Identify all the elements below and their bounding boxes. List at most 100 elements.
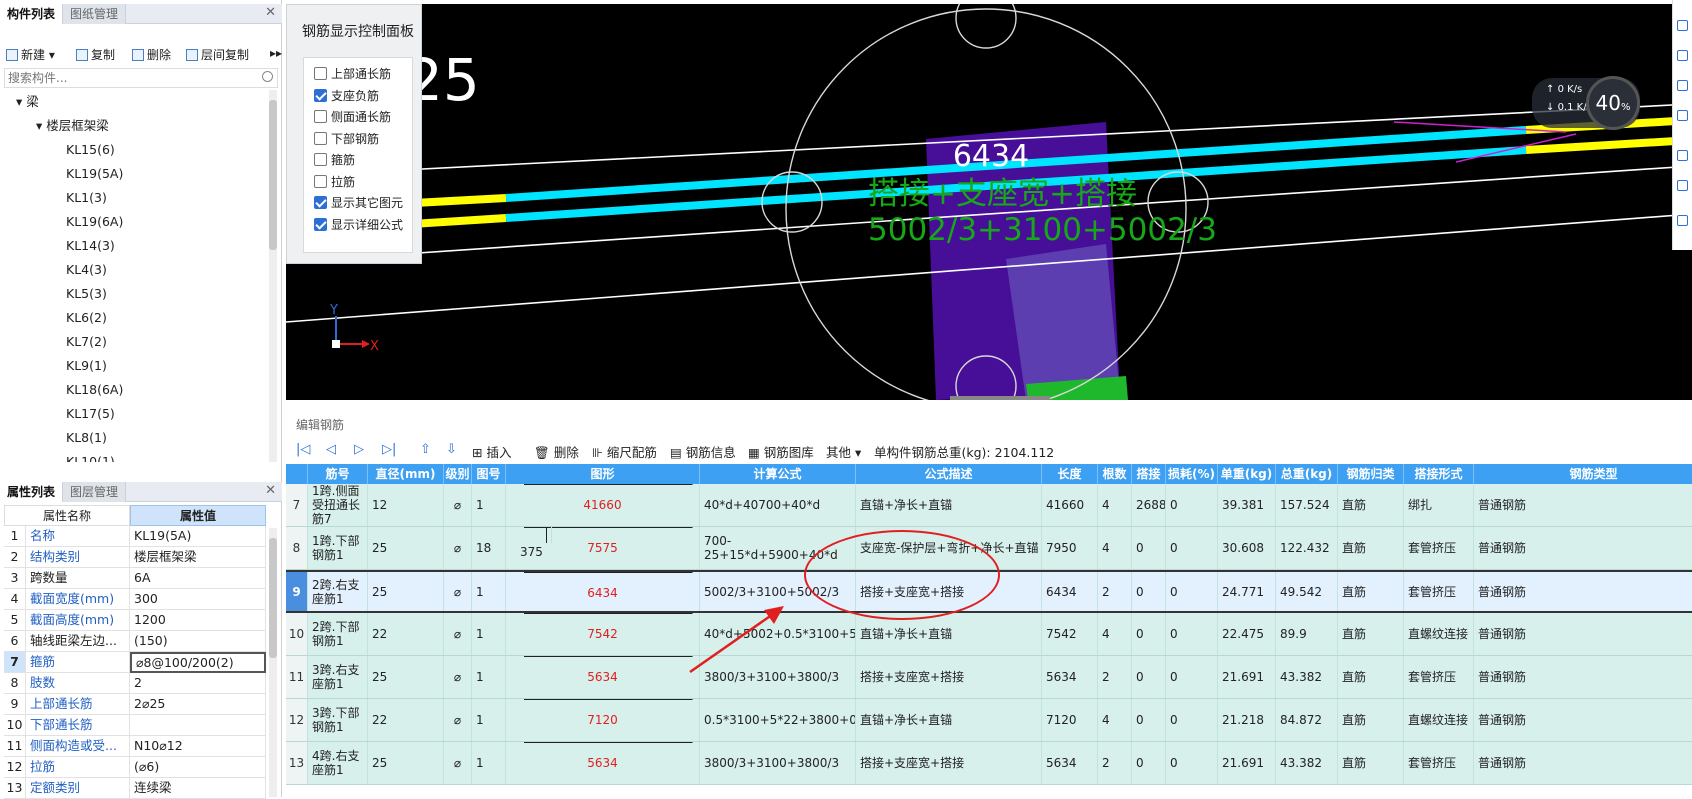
display-option[interactable]: 显示详细公式	[314, 217, 403, 235]
tree-node-frame-beam[interactable]: ▾ 楼层框架梁	[36, 114, 109, 138]
rebar-cell-fig[interactable]: 18	[472, 527, 506, 569]
layer-copy-button[interactable]: 层间复制	[186, 46, 249, 63]
rebar-cell-count[interactable]: 2	[1098, 572, 1132, 611]
rebar-cell-unit[interactable]: 30.608	[1218, 527, 1276, 569]
checkbox[interactable]	[314, 131, 327, 145]
rebar-row[interactable]: 123跨.下部钢筋122⌀1 7120 0.5*3100+5*22+3800+0.5…	[286, 699, 1692, 742]
rebar-cell-len[interactable]: 6434	[1042, 572, 1098, 611]
rebar-cell-lapform[interactable]: 套管挤压	[1404, 572, 1474, 611]
rebar-cell-name[interactable]: 4跨.右支座筋1	[308, 742, 368, 784]
property-value[interactable]: (⌀6)	[130, 757, 266, 778]
rebar-cell-dia[interactable]: 25	[368, 572, 444, 611]
rebar-cell-dia[interactable]: 22	[368, 699, 444, 741]
property-value[interactable]: 楼层框架梁	[130, 547, 266, 568]
property-value[interactable]: 300	[130, 589, 266, 610]
rebar-cell-name[interactable]: 3跨.右支座筋1	[308, 656, 368, 698]
grid-column-header[interactable]: 损耗(%)	[1166, 464, 1218, 484]
rebar-cell-lap[interactable]: 0	[1132, 742, 1166, 784]
rebar-cell-type[interactable]: 普通钢筋	[1474, 656, 1692, 698]
rebar-cell-type[interactable]: 普通钢筋	[1474, 484, 1692, 526]
row-index[interactable]: 9	[286, 572, 308, 611]
property-value[interactable]	[130, 715, 266, 736]
rebar-cell-count[interactable]: 4	[1098, 527, 1132, 569]
rebar-shape-cell[interactable]: 41660	[506, 484, 700, 526]
property-value[interactable]: 1200	[130, 610, 266, 631]
row-index[interactable]: 11	[286, 656, 308, 698]
tree-node-beam[interactable]: ▾ 梁	[16, 90, 39, 114]
rebar-cell-name[interactable]: 2跨.下部钢筋1	[308, 613, 368, 655]
rebar-cell-count[interactable]: 2	[1098, 742, 1132, 784]
move-up-icon[interactable]: ⇧	[420, 442, 431, 457]
checkbox[interactable]	[314, 153, 327, 166]
rebar-cell-lap[interactable]: 0	[1132, 572, 1166, 611]
rebar-cell-total[interactable]: 43.382	[1276, 656, 1338, 698]
rebar-cell-desc[interactable]: 直锚+净长+直锚	[856, 699, 1042, 741]
scroll-thumb[interactable]	[269, 538, 277, 658]
display-option[interactable]: 支座负筋	[314, 88, 379, 106]
grid-column-header[interactable]: 搭接形式	[1404, 464, 1474, 484]
cloud-icon[interactable]	[1677, 20, 1688, 31]
rebar-cell-total[interactable]: 89.9	[1276, 613, 1338, 655]
rebar-cell-grade[interactable]: ⌀	[444, 742, 472, 784]
row-index[interactable]: 10	[286, 613, 308, 655]
rebar-cell-desc[interactable]: 直锚+净长+直锚	[856, 484, 1042, 526]
rebar-cell-dia[interactable]: 25	[368, 527, 444, 569]
3d-viewport[interactable]: 25 6434 搭接+支座宽+搭接 5002/3+3100+5002/3 Y X	[286, 4, 1692, 400]
tree-item[interactable]: KL18(6A)	[66, 378, 123, 402]
property-scrollbar[interactable]	[269, 528, 277, 797]
property-row[interactable]: 5 截面高度(mm) 1200	[4, 610, 266, 631]
rebar-cell-grade[interactable]: ⌀	[444, 613, 472, 655]
rebar-cell-total[interactable]: 122.432	[1276, 527, 1338, 569]
tree-item[interactable]: KL10(1)	[66, 450, 115, 462]
rebar-cell-grade[interactable]: ⌀	[444, 572, 472, 611]
rebar-info-button[interactable]: ▤ 钢筋信息	[670, 442, 736, 461]
checkbox[interactable]	[314, 110, 327, 123]
grid-column-header[interactable]: 总重(kg)	[1276, 464, 1338, 484]
rebar-cell-cls[interactable]: 直筋	[1338, 527, 1404, 569]
rebar-cell-cls[interactable]: 直筋	[1338, 742, 1404, 784]
grid-column-header[interactable]: 计算公式	[700, 464, 856, 484]
grid-column-header[interactable]: 直径(mm)	[368, 464, 444, 484]
rebar-cell-name[interactable]: 3跨.下部钢筋1	[308, 699, 368, 741]
rebar-cell-loss[interactable]: 0	[1166, 484, 1218, 526]
grid-column-header[interactable]: 钢筋类型	[1474, 464, 1692, 484]
display-option[interactable]: 拉筋	[314, 174, 355, 192]
grid-column-header[interactable]: 图号	[472, 464, 506, 484]
tree-item[interactable]: KL5(3)	[66, 282, 107, 306]
property-value[interactable]: 2	[130, 673, 266, 694]
rebar-cell-total[interactable]: 49.542	[1276, 572, 1338, 611]
display-option[interactable]: 显示其它图元	[314, 195, 403, 213]
grid-column-header[interactable]: 根数	[1098, 464, 1132, 484]
view-cube-icon[interactable]	[1677, 80, 1688, 91]
component-search[interactable]	[4, 68, 278, 88]
rebar-cell-loss[interactable]: 0	[1166, 527, 1218, 569]
rebar-cell-lap[interactable]: 0	[1132, 527, 1166, 569]
rebar-cell-lap[interactable]: 2688	[1132, 484, 1166, 526]
scale-rebar-button[interactable]: ⊪ 缩尺配筋	[592, 442, 657, 461]
display-option[interactable]: 上部通长筋	[314, 66, 391, 84]
row-index[interactable]: 13	[286, 742, 308, 784]
rebar-cell-fig[interactable]: 1	[472, 656, 506, 698]
grid-column-header[interactable]: 公式描述	[856, 464, 1042, 484]
select-box-icon[interactable]	[1677, 150, 1688, 161]
tree-item[interactable]: KL9(1)	[66, 354, 107, 378]
tab-layer-manager[interactable]: 图层管理	[63, 482, 127, 502]
rebar-cell-dia[interactable]: 25	[368, 656, 444, 698]
rebar-cell-unit[interactable]: 21.691	[1218, 656, 1276, 698]
rebar-cell-count[interactable]: 4	[1098, 613, 1132, 655]
tree-item[interactable]: KL19(6A)	[66, 210, 123, 234]
property-row[interactable]: 2 结构类别 楼层框架梁	[4, 547, 266, 568]
rebar-cell-total[interactable]: 84.872	[1276, 699, 1338, 741]
grid-column-header[interactable]: 图形	[506, 464, 700, 484]
property-value[interactable]: 2⌀25	[130, 694, 266, 715]
delete-row-button[interactable]: 🗑 删除	[534, 442, 579, 461]
rebar-cell-dia[interactable]: 22	[368, 613, 444, 655]
checkbox[interactable]	[314, 174, 327, 188]
checkbox[interactable]	[314, 67, 327, 80]
delete-button[interactable]: 删除	[132, 46, 171, 63]
prev-record-icon[interactable]: ◁	[326, 442, 336, 457]
property-value[interactable]: (150)	[130, 631, 266, 652]
first-record-icon[interactable]: |◁	[296, 442, 310, 457]
lock-view-icon[interactable]	[1677, 110, 1688, 121]
row-index[interactable]: 8	[286, 527, 308, 569]
